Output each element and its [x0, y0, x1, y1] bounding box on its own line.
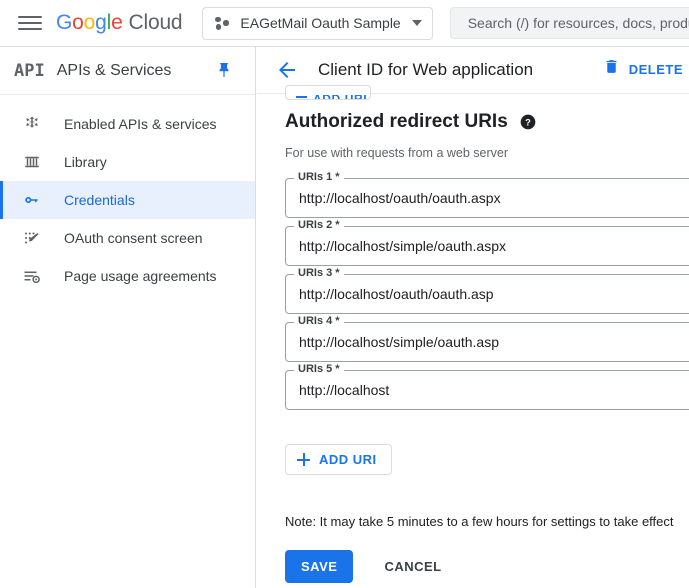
sidebar-item-label: Library: [64, 154, 107, 170]
uri-input-3[interactable]: [285, 274, 689, 314]
hamburger-menu-icon[interactable]: [18, 11, 42, 35]
cancel-button[interactable]: CANCEL: [376, 550, 449, 583]
cloud-wordmark: Cloud: [128, 11, 183, 34]
uri-field-5[interactable]: URIs 5 *: [285, 363, 689, 410]
top-app-bar: Google Cloud EAGetMail Oauth Sample: [0, 0, 689, 47]
enabled-apis-icon: [22, 114, 42, 134]
detail-body: ADD URI Authorized redirect URIs ? For u…: [257, 85, 689, 583]
sidebar-nav: Enabled APIs & services Library Credenti…: [0, 95, 255, 295]
plus-icon: [296, 96, 307, 98]
search-box[interactable]: [449, 7, 689, 39]
uri-input-4[interactable]: [285, 322, 689, 362]
project-name-label: EAGetMail Oauth Sample: [240, 15, 401, 31]
sidebar-item-library[interactable]: Library: [0, 143, 255, 181]
sidebar-item-label: Credentials: [64, 192, 135, 208]
clipped-add-uri-button-above[interactable]: ADD URI: [285, 85, 371, 100]
plus-icon: [297, 453, 310, 466]
google-wordmark: Google: [56, 11, 123, 34]
api-logo: API: [14, 60, 45, 81]
sidebar-item-label: OAuth consent screen: [64, 230, 203, 246]
uri-field-1[interactable]: URIs 1 *: [285, 171, 689, 218]
sidebar: API APIs & Services Enabled APIs & servi…: [0, 47, 256, 588]
sidebar-header: API APIs & Services: [0, 47, 255, 95]
sidebar-title: APIs & Services: [56, 61, 172, 79]
chevron-down-icon: [411, 20, 422, 26]
form-actions: SAVE CANCEL: [285, 550, 689, 583]
help-circle-icon[interactable]: ?: [520, 114, 536, 130]
uri-field-2[interactable]: URIs 2 *: [285, 219, 689, 266]
search-input[interactable]: [465, 14, 689, 32]
pin-icon[interactable]: [215, 61, 233, 80]
uri-input-5[interactable]: [285, 370, 689, 410]
uri-input-2[interactable]: [285, 226, 689, 266]
google-cloud-logo[interactable]: Google Cloud: [56, 11, 183, 35]
section-title: Authorized redirect URIs: [285, 111, 508, 132]
key-icon: [22, 190, 42, 210]
sidebar-item-credentials[interactable]: Credentials: [0, 181, 255, 219]
back-arrow-icon[interactable]: [275, 58, 299, 82]
add-uri-button[interactable]: ADD URI: [285, 444, 392, 475]
main-content: Client ID for Web application DELETE ADD…: [257, 47, 689, 588]
library-icon: [22, 152, 42, 172]
clipped-add-uri-label: ADD URI: [313, 95, 367, 99]
sidebar-item-label: Page usage agreements: [64, 268, 217, 284]
sidebar-item-oauth-consent-screen[interactable]: OAuth consent screen: [0, 219, 255, 257]
page-title: Client ID for Web application: [318, 60, 534, 79]
add-uri-label: ADD URI: [319, 452, 377, 467]
uri-field-list: URIs 1 * URIs 2 * URIs 3 * URIs 4 *: [285, 171, 689, 410]
project-selector[interactable]: EAGetMail Oauth Sample: [202, 6, 433, 40]
project-dots-icon: [214, 15, 231, 32]
oauth-consent-icon: [22, 228, 42, 248]
page-usage-agreements-icon: [22, 266, 42, 286]
uri-field-4[interactable]: URIs 4 *: [285, 315, 689, 362]
trash-icon: [603, 58, 620, 80]
section-subtitle: For use with requests from a web server: [285, 146, 508, 160]
save-button[interactable]: SAVE: [285, 550, 354, 583]
sidebar-item-label: Enabled APIs & services: [64, 116, 217, 132]
sidebar-item-enabled-apis-services[interactable]: Enabled APIs & services: [0, 105, 255, 143]
uri-field-3[interactable]: URIs 3 *: [285, 267, 689, 314]
sidebar-item-page-usage-agreements[interactable]: Page usage agreements: [0, 257, 255, 295]
delete-button[interactable]: DELETE: [595, 58, 689, 80]
svg-text:?: ?: [525, 117, 531, 127]
uri-input-1[interactable]: [285, 178, 689, 218]
delete-label: DELETE: [628, 61, 683, 77]
settings-note: Note: It may take 5 minutes to a few hou…: [285, 514, 674, 529]
